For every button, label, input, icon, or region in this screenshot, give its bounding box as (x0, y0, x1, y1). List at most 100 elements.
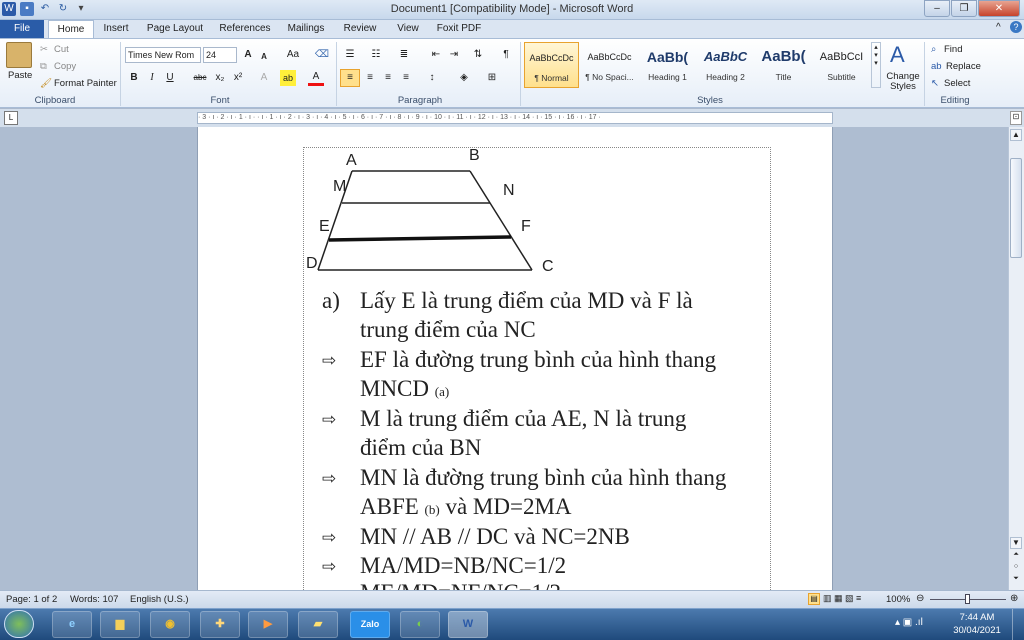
tab-references[interactable]: References (216, 20, 274, 38)
tab-mailings[interactable]: Mailings (282, 20, 330, 38)
numbering-icon[interactable]: ☷ (368, 47, 384, 63)
zoom-out-icon[interactable]: ⊖ (916, 593, 924, 604)
app-icon[interactable]: ◐ (400, 611, 440, 638)
line-text[interactable]: MN là đường trung bình của hình thang (360, 463, 726, 492)
tab-home[interactable]: Home (48, 20, 94, 38)
subscript-button[interactable]: x₂ (212, 70, 228, 86)
tab-file[interactable]: File (0, 20, 44, 38)
internet-explorer-icon[interactable]: e (52, 611, 92, 638)
find-button[interactable]: Find (944, 44, 962, 55)
zoom-in-icon[interactable]: ⊕ (1010, 593, 1018, 604)
line-text[interactable]: M là trung điểm của AE, N là trung (360, 404, 686, 433)
file-explorer-icon[interactable]: ▆ (100, 611, 140, 638)
line-spacing-icon[interactable]: ↕ (424, 70, 440, 86)
page-count[interactable]: Page: 1 of 2 (6, 594, 57, 605)
zoom-level[interactable]: 100% (886, 594, 910, 605)
scroll-thumb[interactable] (1010, 158, 1022, 258)
language-indicator[interactable]: English (U.S.) (130, 594, 189, 605)
change-case-button[interactable]: Aa (282, 47, 304, 63)
format-painter-button[interactable]: Format Painter (54, 78, 117, 89)
minimize-button[interactable]: – (924, 0, 950, 17)
bold-button[interactable]: B (126, 70, 142, 86)
scroll-down-icon[interactable]: ▼ (1010, 537, 1022, 549)
replace-button[interactable]: Replace (946, 61, 981, 72)
paste-icon[interactable] (6, 42, 32, 68)
sticky-notes-icon[interactable]: ▰ (298, 611, 338, 638)
tab-selector-icon[interactable]: L (4, 111, 18, 125)
zoom-slider-thumb[interactable] (965, 594, 970, 604)
sort-icon[interactable]: ⇅ (470, 47, 486, 63)
word-taskbar-icon[interactable]: W (448, 611, 488, 638)
tab-page-layout[interactable]: Page Layout (142, 20, 208, 38)
clear-formatting-icon[interactable]: ⌫ (314, 47, 330, 63)
clock-time[interactable]: 7:44 AM (952, 612, 1002, 623)
tab-insert[interactable]: Insert (98, 20, 134, 38)
cut-button[interactable]: Cut (54, 44, 69, 55)
shrink-font-button[interactable]: A (256, 49, 272, 65)
media-player-icon[interactable]: ▶ (248, 611, 288, 638)
line-text[interactable]: MA/MD=NB/NC=1/2 (360, 551, 566, 580)
decrease-indent-icon[interactable]: ⇤ (428, 47, 444, 63)
horizontal-ruler[interactable]: · 3 · ı · 2 · ı · 1 · ı · · ı · 1 · ı · … (197, 112, 833, 124)
chrome-icon[interactable]: ◉ (150, 611, 190, 638)
show-formatting-button[interactable]: ¶ (498, 47, 514, 63)
tray-icons[interactable]: ▴ ▣ .ıl (895, 617, 923, 628)
grow-font-button[interactable]: A (240, 47, 256, 63)
line-text[interactable]: MN // AB // DC và NC=2NB (360, 522, 630, 551)
view-ruler-icon[interactable]: ⊡ (1010, 111, 1022, 125)
help-icon[interactable]: ? (1010, 21, 1022, 33)
style-heading-1[interactable]: AaBb(Heading 1 (640, 42, 695, 88)
next-page-icon[interactable]: ⏷ (1010, 575, 1022, 585)
line-text[interactable]: ME/MD=NF/NC=1/2 (360, 578, 561, 590)
style-no-spacing[interactable]: AaBbCcDc ¶ No Spaci... (582, 42, 637, 88)
style-subtitle[interactable]: AaBbCcI Subtitle (814, 42, 869, 88)
tab-review[interactable]: Review (338, 20, 382, 38)
superscript-button[interactable]: x² (230, 70, 246, 86)
close-button[interactable]: ✕ (978, 0, 1020, 17)
font-color-button[interactable]: A (308, 70, 324, 86)
align-right-icon[interactable]: ≡ (380, 70, 396, 86)
styles-scroll-icon[interactable]: ▴ ▾ ▾ (871, 42, 881, 88)
start-button[interactable] (4, 610, 34, 638)
previous-page-icon[interactable]: ⏶ (1010, 551, 1022, 561)
line-text[interactable]: điểm của BN (360, 433, 481, 462)
print-layout-icon[interactable]: ▤ (808, 593, 820, 605)
multilevel-list-icon[interactable]: ≣ (396, 47, 412, 63)
change-styles-icon[interactable]: A (890, 42, 905, 68)
line-text[interactable]: EF là đường trung bình của hình thang (360, 345, 716, 374)
font-name-dropdown[interactable]: Times New Rom (125, 47, 201, 63)
style-heading-2[interactable]: AaBbC Heading 2 (698, 42, 753, 88)
line-text[interactable]: MNCD (a) (360, 374, 449, 406)
select-button[interactable]: Select (944, 78, 970, 89)
font-size-dropdown[interactable]: 24 (203, 47, 237, 63)
paste-button[interactable]: Paste (8, 70, 32, 81)
increase-indent-icon[interactable]: ⇥ (446, 47, 462, 63)
align-center-icon[interactable]: ≡ (362, 70, 378, 86)
app-icon[interactable]: ✚ (200, 611, 240, 638)
align-left-icon[interactable]: ≡ (340, 69, 360, 87)
restore-button[interactable]: ❐ (951, 0, 977, 17)
copy-button[interactable]: Copy (54, 61, 76, 72)
style-normal[interactable]: AaBbCcDc ¶ Normal (524, 42, 579, 88)
bullets-icon[interactable]: ☰ (342, 47, 358, 63)
scroll-up-icon[interactable]: ▲ (1010, 129, 1022, 141)
line-text[interactable]: Lấy E là trung điểm của MD và F là (360, 286, 693, 315)
word-count[interactable]: Words: 107 (70, 594, 118, 605)
shading-icon[interactable]: ◈ (456, 70, 472, 86)
line-text[interactable]: trung điểm của NC (360, 315, 536, 344)
italic-button[interactable]: I (144, 70, 160, 86)
justify-icon[interactable]: ≡ (398, 70, 414, 86)
tab-foxit-pdf[interactable]: Foxit PDF (434, 20, 484, 38)
clock-date[interactable]: 30/04/2021 (952, 625, 1002, 636)
text-effects-icon[interactable]: A (256, 70, 272, 86)
highlight-button[interactable]: ab (280, 70, 296, 86)
strikethrough-button[interactable]: abc (190, 70, 210, 86)
underline-button[interactable]: U (162, 70, 178, 86)
ribbon-collapse-icon[interactable]: ^ (996, 22, 1008, 34)
style-title[interactable]: AaBb(Title (756, 42, 811, 88)
view-buttons-icon[interactable]: ▥ ▦ ▧ ≡ (823, 593, 861, 604)
show-desktop-button[interactable] (1012, 609, 1024, 640)
line-text[interactable]: ABFE (b) và MD=2MA (360, 492, 572, 524)
borders-icon[interactable]: ⊞ (484, 70, 500, 86)
zalo-icon[interactable]: Zalo (350, 611, 390, 638)
